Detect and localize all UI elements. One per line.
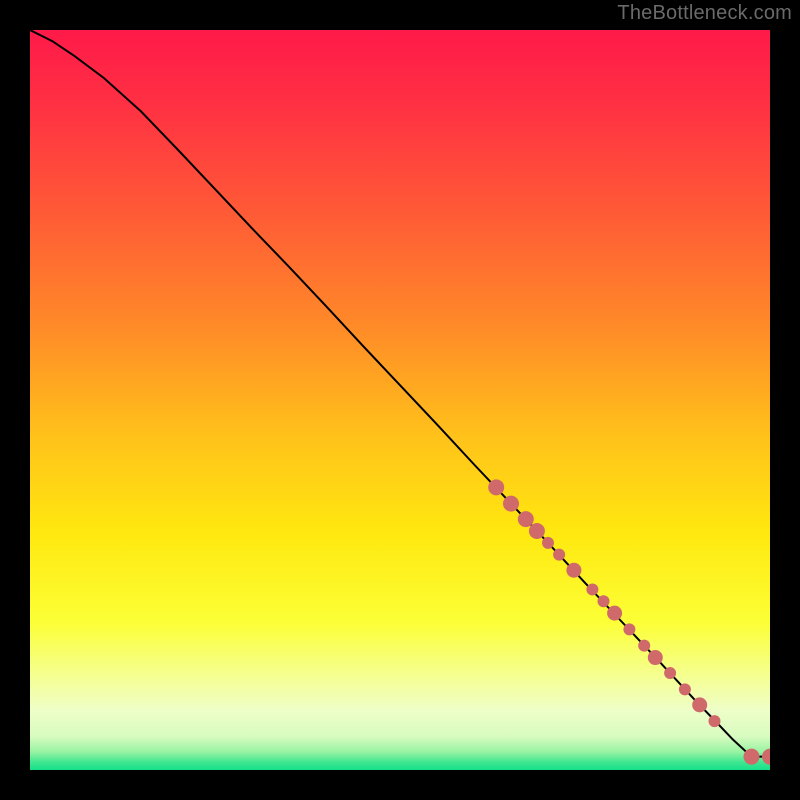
data-point — [566, 563, 581, 578]
data-point — [648, 650, 663, 665]
data-point — [744, 749, 760, 765]
data-point — [607, 606, 622, 621]
data-point — [692, 697, 707, 712]
data-point — [664, 667, 676, 679]
data-point — [529, 523, 545, 539]
data-point — [709, 715, 721, 727]
data-point — [503, 496, 519, 512]
data-point — [623, 623, 635, 635]
data-point — [598, 595, 610, 607]
attribution-text: TheBottleneck.com — [617, 2, 792, 25]
data-point — [638, 640, 650, 652]
chart-frame: TheBottleneck.com — [0, 0, 800, 800]
data-point — [488, 479, 504, 495]
data-point — [553, 549, 565, 561]
data-point — [518, 511, 534, 527]
chart-svg — [30, 30, 770, 770]
plot-area — [30, 30, 770, 770]
data-point — [586, 583, 598, 595]
data-point — [542, 537, 554, 549]
data-point — [679, 683, 691, 695]
